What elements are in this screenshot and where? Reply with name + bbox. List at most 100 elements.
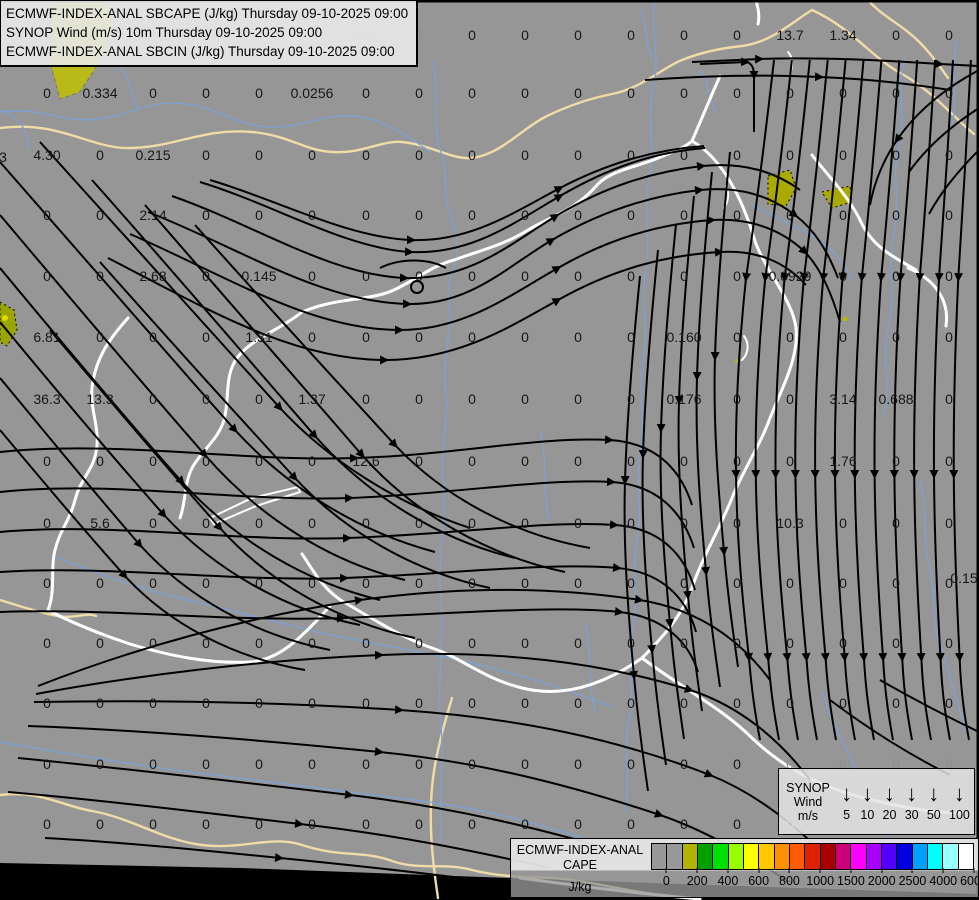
cape-title-line: CAPE <box>563 858 597 873</box>
down-arrow-icon: ↓ <box>884 782 895 806</box>
synop-speed-value: 30 <box>905 808 919 822</box>
synop-speed-column: ↓ 10 <box>860 782 874 822</box>
cape-swatch <box>683 844 698 869</box>
synop-speed-value: 10 <box>860 808 874 822</box>
cape-tickmark <box>789 868 790 873</box>
synop-speed-column: ↓5 <box>841 782 852 822</box>
cape-title-line: ECMWF-INDEX-ANAL <box>517 843 643 858</box>
title-box: ECMWF-INDEX-ANAL SBCAPE (J/kg) Thursday … <box>0 0 418 67</box>
country-borders-layer <box>0 0 974 898</box>
title-line-sbcin: ECMWF-INDEX-ANAL SBCIN (J/kg) Thursday 0… <box>6 42 408 61</box>
cape-colorbar-ticks: 0200400600800100015002000250040006000 <box>651 868 974 894</box>
synop-legend-title: SYNOP Wind m/s <box>779 781 837 823</box>
down-arrow-icon: ↓ <box>841 782 852 806</box>
cape-tickmark <box>666 868 667 873</box>
title-line-synop-wind: SYNOP Wind (m/s) 10m Thursday 09-10-2025… <box>6 23 408 42</box>
cape-tick-label: 200 <box>687 874 708 888</box>
synop-speed-value: 5 <box>843 808 850 822</box>
down-arrow-icon: ↓ <box>906 782 917 806</box>
cape-tick-label: 2500 <box>899 874 927 888</box>
cape-swatch <box>759 844 774 869</box>
synop-speed-value: 20 <box>883 808 897 822</box>
synop-title-line: Wind <box>779 795 837 809</box>
synop-speed-column: ↓ 50 <box>927 782 941 822</box>
synop-wind-legend: SYNOP Wind m/s ↓5↓10↓20↓30↓50↓100 <box>778 768 975 835</box>
synop-speed-columns: ↓5↓10↓20↓30↓50↓100 <box>837 769 974 834</box>
cape-swatch <box>851 844 866 869</box>
highlight-borders-layer <box>48 0 962 899</box>
streamline <box>8 792 550 868</box>
cape-swatch <box>836 844 851 869</box>
synop-title-line: SYNOP <box>779 781 837 795</box>
streamline <box>645 76 950 90</box>
cape-tick-label: 1000 <box>806 874 834 888</box>
cape-swatch <box>667 844 682 869</box>
cape-legend-title: ECMWF-INDEX-ANAL CAPE J/kg <box>511 839 649 897</box>
streamline <box>0 524 695 590</box>
weather-map-window: 5.60000000013.71.340000.3340000.02560000… <box>0 0 979 900</box>
cape-swatch <box>913 844 928 869</box>
streamline <box>36 654 810 780</box>
streamline <box>145 205 565 572</box>
synop-speed-value: 50 <box>927 808 941 822</box>
streamline <box>130 220 840 330</box>
synop-speed-column: ↓ 100 <box>949 782 970 822</box>
cape-tick-label: 2000 <box>868 874 896 888</box>
streamline <box>40 142 470 528</box>
title-line-sbcape: ECMWF-INDEX-ANAL SBCAPE (J/kg) Thursday … <box>6 4 408 23</box>
streamline <box>0 430 305 670</box>
cape-swatch <box>943 844 958 869</box>
streamline <box>0 439 692 505</box>
streamline <box>934 60 953 740</box>
cape-tickmark <box>758 868 759 873</box>
streamline <box>835 60 864 740</box>
cape-tick-label: 800 <box>779 874 800 888</box>
cape-tickmark <box>850 868 851 873</box>
cape-units-label: J/kg <box>569 880 592 895</box>
cape-tick-label: 0 <box>663 874 670 888</box>
cape-swatch <box>698 844 713 869</box>
cape-swatch <box>805 844 820 869</box>
streamline <box>855 60 882 740</box>
cape-swatch <box>775 844 790 869</box>
map-canvas <box>0 0 979 900</box>
streamline <box>172 165 800 278</box>
streamline <box>195 225 590 548</box>
synop-title-line: m/s <box>779 809 837 823</box>
cape-tick-label: 4000 <box>929 874 957 888</box>
cape-colorbar-wrap: 0200400600800100015002000250040006000 <box>649 839 978 897</box>
cape-swatch <box>790 844 805 869</box>
streamline <box>795 60 827 740</box>
streamline <box>830 700 950 775</box>
cape-tick-label: 1500 <box>837 874 865 888</box>
cape-swatch <box>882 844 897 869</box>
cape-tickmark <box>881 868 882 873</box>
down-arrow-icon: ↓ <box>862 782 873 806</box>
cape-colorbar <box>651 843 974 870</box>
streamline <box>929 150 979 214</box>
synop-speed-value: 100 <box>949 808 970 822</box>
streamline <box>697 172 720 687</box>
cape-swatch <box>821 844 836 869</box>
streamline <box>0 162 435 552</box>
cape-swatch <box>928 844 943 869</box>
streamline-eddy <box>411 281 423 293</box>
cape-swatch <box>713 844 728 869</box>
cape-tickmark <box>943 868 944 873</box>
streamline <box>736 60 774 740</box>
cape-swatch <box>729 844 744 869</box>
down-arrow-icon: ↓ <box>954 782 965 806</box>
synop-speed-column: ↓ 30 <box>905 782 919 822</box>
down-arrow-icon: ↓ <box>928 782 939 806</box>
synop-speed-column: ↓ 20 <box>883 782 897 822</box>
streamline <box>815 60 846 740</box>
cape-tickmark <box>820 868 821 873</box>
cape-swatch <box>652 844 667 869</box>
cape-tickmark <box>912 868 913 873</box>
cape-tick-label: 600 <box>748 874 769 888</box>
cape-tickmark <box>727 868 728 873</box>
cape-tick-label: 6000 <box>960 874 979 888</box>
cape-swatch <box>744 844 759 869</box>
cape-tickmark <box>974 868 975 873</box>
streamline <box>700 62 754 132</box>
